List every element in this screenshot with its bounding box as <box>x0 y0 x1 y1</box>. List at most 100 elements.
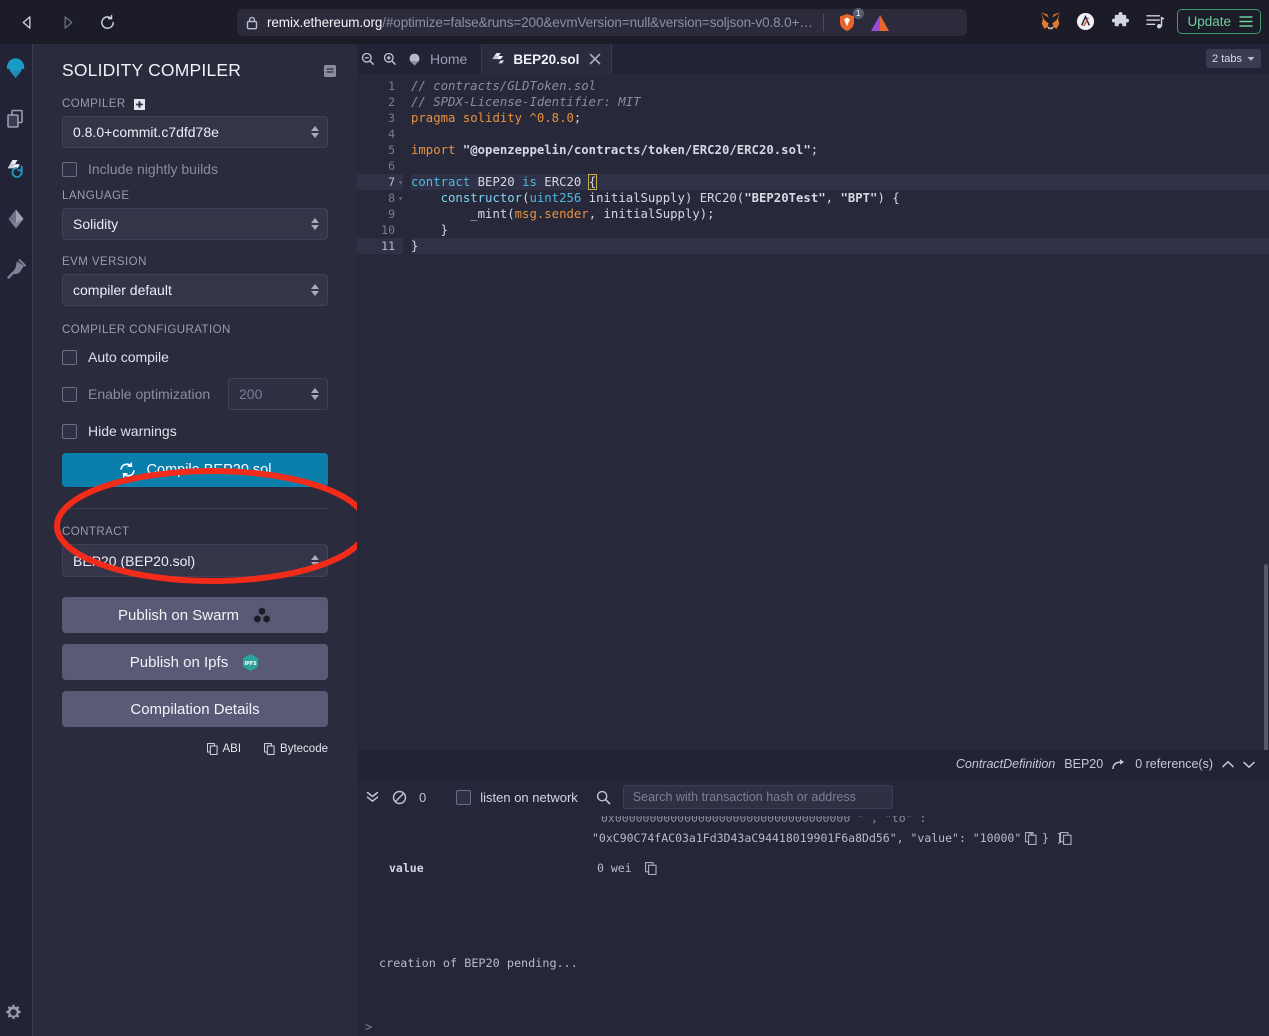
code-editor[interactable]: // contracts/GLDToken.sol // SPDX-Licens… <box>403 74 1269 750</box>
contract-definition-kind: ContractDefinition <box>955 757 1056 771</box>
gear-icon[interactable] <box>5 1004 22 1026</box>
circle-a-extension-icon[interactable] <box>1072 8 1098 34</box>
line-number: 3 <box>388 111 395 125</box>
hide-warnings-row[interactable]: Hide warnings <box>62 423 328 439</box>
jump-to-icon[interactable] <box>1112 758 1126 771</box>
chevron-down-icon[interactable] <box>1243 760 1255 769</box>
search-icon[interactable] <box>596 790 611 805</box>
code-line: // SPDX-License-Identifier: MIT <box>411 95 641 109</box>
copy-icon[interactable] <box>1060 830 1072 849</box>
copy-abi-button[interactable]: ABI <box>206 743 241 755</box>
code-line: } <box>411 238 1269 254</box>
terminal-prompt[interactable]: > <box>365 1020 372 1034</box>
address-bar[interactable]: remix.ethereum.org/#optimize=false&runs=… <box>237 7 967 36</box>
zoom-in-icon[interactable] <box>379 52 401 66</box>
panel-toggle-icon[interactable] <box>323 64 337 78</box>
url-text: remix.ethereum.org/#optimize=false&runs=… <box>267 15 813 30</box>
code-line: contract BEP20 is ERC20 { <box>411 174 1269 190</box>
refresh-icon <box>119 462 136 478</box>
solidity-compiler-icon[interactable] <box>0 144 32 194</box>
contract-select[interactable]: BEP20 (BEP20.sol) <box>62 544 328 577</box>
evm-version-value: compiler default <box>73 282 172 298</box>
metamask-icon[interactable] <box>1037 8 1063 34</box>
quantity-stepper-icon[interactable] <box>311 388 319 400</box>
update-button[interactable]: Update <box>1177 8 1261 34</box>
tab-count-badge[interactable]: 2 tabs <box>1206 49 1261 68</box>
search-input[interactable]: Search with transaction hash or address <box>622 785 893 809</box>
copy-bytecode-button[interactable]: Bytecode <box>264 743 328 755</box>
puzzle-extensions-icon[interactable] <box>1107 8 1133 34</box>
swarm-icon <box>252 607 272 624</box>
publish-on-ipfs-label: Publish on Ipfs <box>129 653 229 671</box>
publish-on-ipfs-button[interactable]: Publish on Ipfs IPFS <box>62 644 328 680</box>
remix-logo-icon[interactable] <box>0 44 32 94</box>
listen-on-network-row[interactable]: listen on network <box>456 789 578 805</box>
contract-definition-name: BEP20 <box>1064 757 1104 771</box>
copy-icon <box>264 743 275 755</box>
solidity-file-icon <box>492 52 505 66</box>
compile-button[interactable]: Compile BEP20.sol <box>62 453 328 487</box>
value-amount: 0 wei <box>597 861 632 875</box>
plugin-icon-rail <box>0 44 32 1036</box>
publish-on-swarm-button[interactable]: Publish on Swarm <box>62 597 328 633</box>
svg-text:IPFS: IPFS <box>245 660 258 666</box>
brave-shields-badge: 1 <box>852 7 864 19</box>
terminal-log[interactable]: 0x0000000000000000000000000000000000 " ,… <box>357 816 1269 1036</box>
listen-on-network-checkbox[interactable] <box>456 789 472 805</box>
deploy-run-icon[interactable] <box>0 194 32 244</box>
include-nightly-builds-row[interactable]: Include nightly builds <box>62 161 328 177</box>
compilation-details-button[interactable]: Compilation Details <box>62 691 328 727</box>
code-content: // contracts/GLDToken.sol // SPDX-Licens… <box>403 74 1269 254</box>
auto-compile-row[interactable]: Auto compile <box>62 349 328 365</box>
zoom-out-icon[interactable] <box>357 52 379 66</box>
evm-version-select[interactable]: compiler default <box>62 274 328 306</box>
chevron-up-icon[interactable] <box>1222 760 1234 769</box>
contract-definition-bar: ContractDefinition BEP20 0 reference(s) <box>357 750 1269 778</box>
plugin-manager-icon[interactable] <box>0 244 32 294</box>
close-icon[interactable] <box>589 53 601 65</box>
copy-icon[interactable] <box>645 860 657 879</box>
chevron-updown-icon <box>311 126 319 138</box>
reload-icon[interactable] <box>92 7 122 37</box>
search-input-placeholder: Search with transaction hash or address <box>632 790 856 804</box>
panel-body: COMPILER 0.8.0+commit.c7dfd78e Include n… <box>33 81 357 755</box>
solidity-compiler-panel: SOLIDITY COMPILER COMPILER 0.8.0+commit.… <box>32 44 370 1036</box>
browser-toolbar: remix.ethereum.org/#optimize=false&runs=… <box>0 0 1269 44</box>
lock-icon <box>246 16 258 30</box>
main-area: Home BEP20.sol 2 tabs 1 2 3 4 5 6 7 ▾ 8 … <box>357 44 1269 1036</box>
tab-home[interactable]: Home <box>401 44 481 74</box>
playlist-icon[interactable] <box>1142 8 1168 34</box>
editor-scrollbar[interactable] <box>1264 564 1268 750</box>
value-key-label: value <box>389 861 424 875</box>
terminal-toolbar: 0 listen on network Search with transact… <box>357 778 1269 816</box>
hide-warnings-checkbox[interactable] <box>62 423 77 439</box>
line-number: 10 <box>381 223 395 237</box>
double-chevron-down-icon[interactable] <box>365 790 380 804</box>
tab-bep20-sol[interactable]: BEP20.sol <box>481 44 613 74</box>
code-line: import "@openzeppelin/contracts/token/ER… <box>411 143 819 157</box>
file-explorer-icon[interactable] <box>0 94 32 144</box>
back-arrow-icon[interactable] <box>12 7 42 37</box>
auto-compile-checkbox[interactable] <box>62 349 77 365</box>
code-line: _mint(msg.sender, initialSupply); <box>470 207 715 221</box>
url-path: /#optimize=false&runs=200&evmVersion=nul… <box>382 15 813 30</box>
line-number: 8 ▾ <box>388 191 403 205</box>
evm-version-label: EVM VERSION <box>62 256 147 268</box>
forward-arrow-icon[interactable] <box>52 7 82 37</box>
include-nightly-checkbox[interactable] <box>62 161 77 177</box>
url-divider <box>822 14 824 31</box>
compiler-label: COMPILER <box>62 98 328 110</box>
brave-shields-icon[interactable]: 1 <box>834 7 864 36</box>
compiler-version-select[interactable]: 0.8.0+commit.c7dfd78e <box>62 116 328 148</box>
enable-optimization-checkbox[interactable] <box>62 386 77 402</box>
no-entry-icon[interactable] <box>392 790 407 805</box>
language-select[interactable]: Solidity <box>62 208 328 240</box>
copy-icon <box>206 743 218 755</box>
brave-rewards-icon[interactable] <box>867 10 893 36</box>
chevron-down-icon <box>1247 56 1255 62</box>
add-custom-compiler-icon[interactable] <box>133 98 145 110</box>
optimization-runs-input[interactable]: 200 <box>228 378 328 410</box>
chevron-updown-icon <box>311 218 319 230</box>
hamburger-menu-icon[interactable] <box>1239 15 1253 28</box>
copy-icon[interactable] <box>1025 830 1037 849</box>
